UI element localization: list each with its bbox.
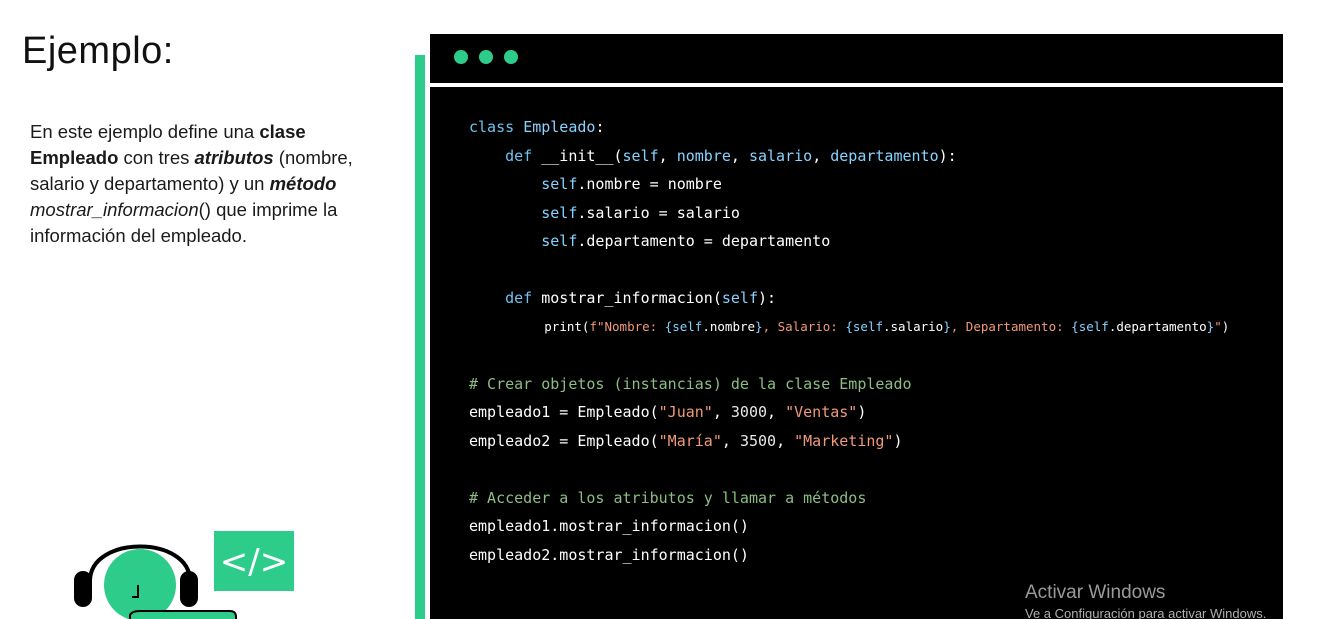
- window-dot-2: [479, 50, 493, 64]
- code-line: print(f"Nombre: {self.nombre}, Salario: …: [544, 318, 1230, 334]
- code-window-header: [430, 34, 1283, 83]
- headset-person-icon: [74, 544, 237, 619]
- code-line: self.salario = salario: [541, 203, 740, 222]
- code-line: self.departamento = departamento: [541, 232, 831, 250]
- code-line: self.nombre = nombre: [541, 175, 722, 193]
- code-line: def mostrar_informacion(self):: [505, 289, 777, 307]
- code-window-body: class Empleado: def __init__(self, nombr…: [430, 87, 1283, 619]
- accent-bar: [415, 55, 425, 619]
- code-line: empleado1.mostrar_informacion(): [469, 517, 749, 535]
- code-block: class Empleado: def __init__(self, nombr…: [469, 113, 1229, 569]
- code-line: empleado1 = Empleado("Juan", 3000, "Vent…: [469, 403, 867, 421]
- code-brackets-icon: </>: [214, 531, 294, 591]
- slide-description: En este ejemplo define una clase Emplead…: [30, 121, 353, 246]
- activate-windows-subtitle: Ve a Configuración para activar Windows.: [1025, 606, 1267, 619]
- illustration: </>: [74, 531, 294, 619]
- code-line: empleado2 = Empleado("María", 3500, "Mar…: [469, 431, 903, 450]
- slide-title: Ejemplo:: [22, 30, 174, 72]
- code-line: # Crear objetos (instancias) de la clase…: [469, 374, 912, 393]
- code-line: empleado2.mostrar_informacion(): [469, 545, 749, 564]
- code-line: # Acceder a los atributos y llamar a mét…: [469, 488, 867, 507]
- code-line: def __init__(self, nombre, salario, depa…: [505, 146, 957, 165]
- window-dot-3: [504, 50, 518, 64]
- window-dot-1: [454, 50, 468, 64]
- code-line: class Empleado:: [469, 118, 605, 136]
- code-badge-text: </>: [220, 542, 288, 582]
- activate-windows-title: Activar Windows: [1025, 582, 1166, 603]
